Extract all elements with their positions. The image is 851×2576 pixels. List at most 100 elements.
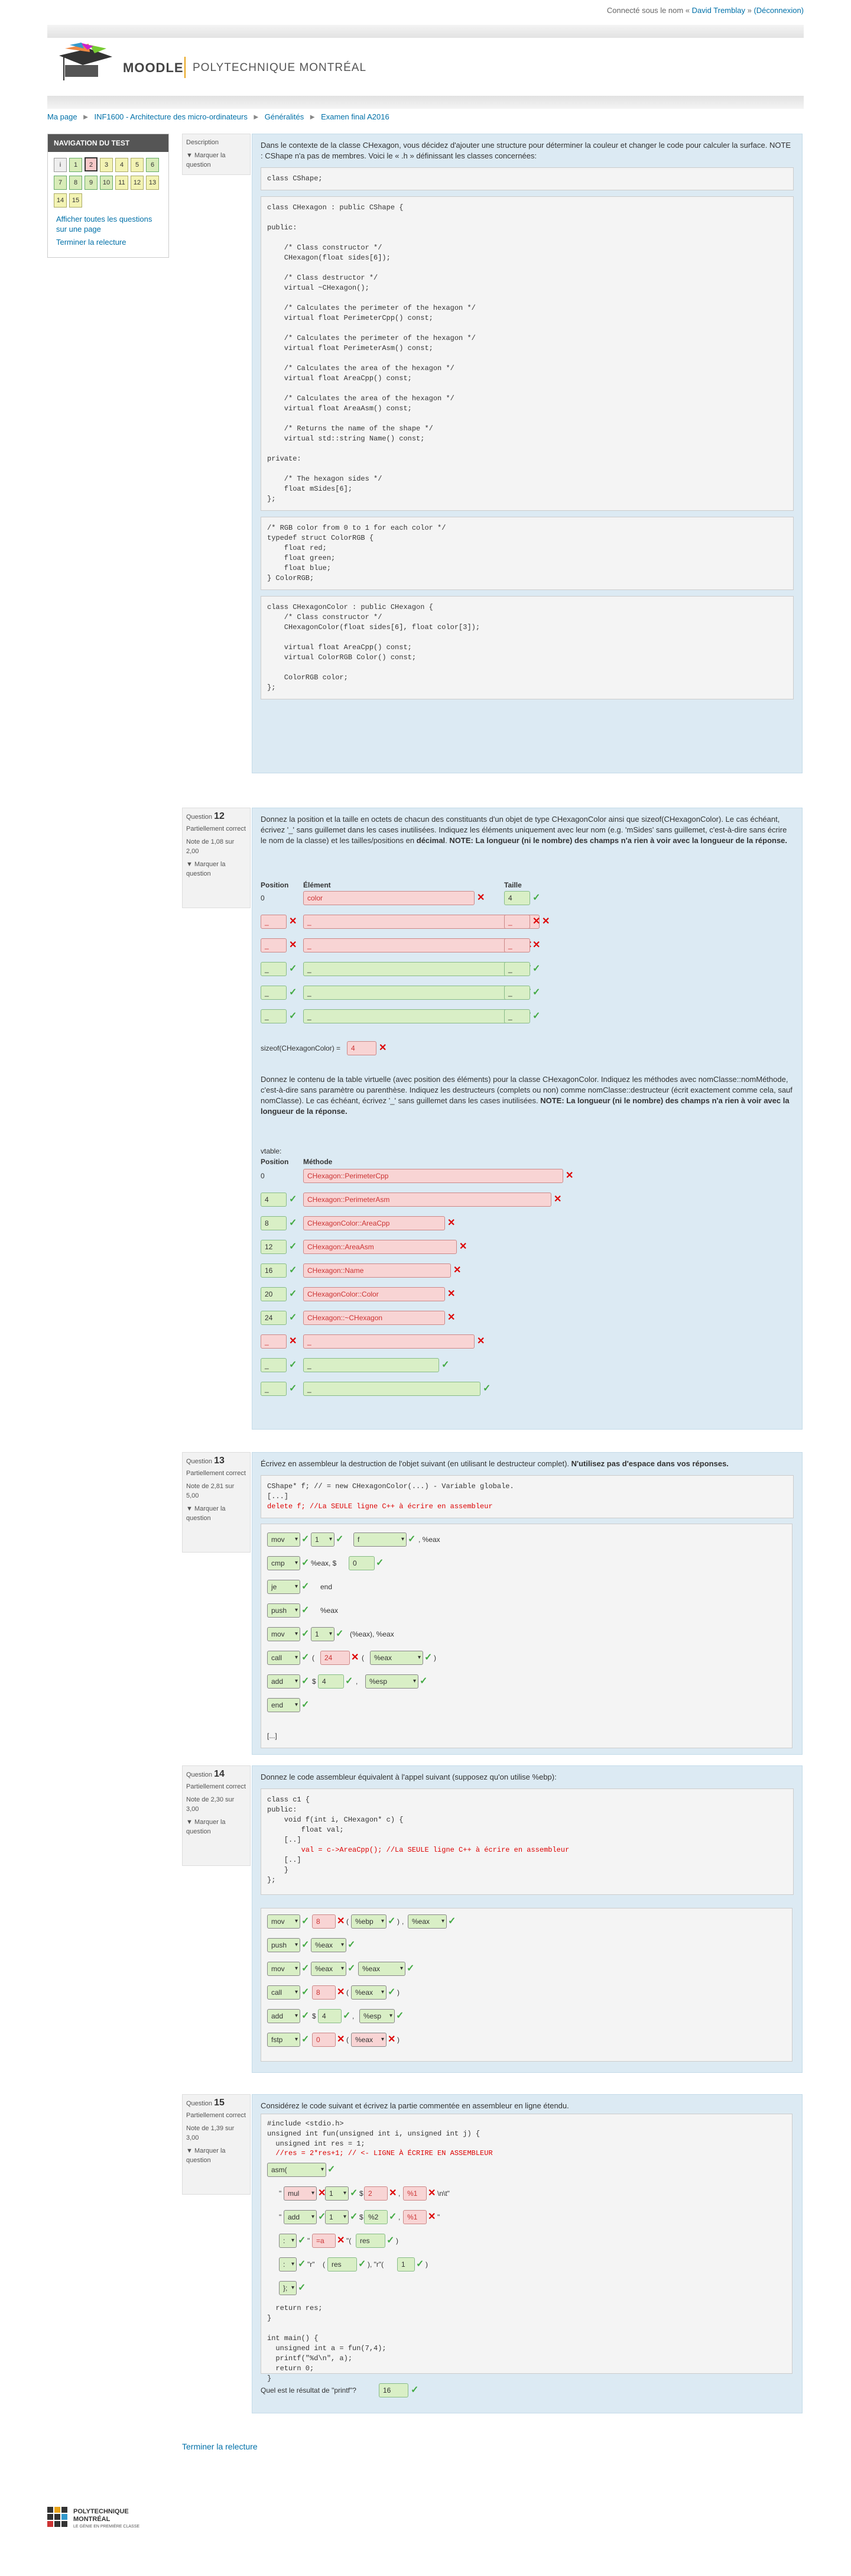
opcode-select[interactable]: mov (267, 1627, 300, 1641)
quiz-nav-button-15[interactable]: 15 (69, 193, 82, 208)
flag-question-button[interactable]: ▼ Marquer la question (186, 151, 246, 170)
quiz-nav-button-9[interactable]: 9 (85, 176, 98, 190)
breadcrumb-course[interactable]: INF1600 - Architecture des micro-ordinat… (94, 112, 247, 121)
quiz-nav-button-7[interactable]: 7 (54, 176, 67, 190)
operand-select[interactable]: %eax (408, 1914, 447, 1929)
operand-select[interactable]: %esp (359, 2009, 395, 2023)
asm-select[interactable]: asm( (267, 2163, 326, 2177)
operand-input[interactable]: 0 (349, 1556, 375, 1570)
layout-row-position-input[interactable]: _ (261, 1009, 287, 1023)
opcode-select[interactable]: call (267, 1985, 300, 2000)
quiz-nav-button-10[interactable]: 10 (100, 176, 113, 190)
layout-row-position-input[interactable]: _ (261, 986, 287, 1000)
operand-select[interactable]: %eax (311, 1962, 346, 1976)
vtable-row-method-input[interactable]: CHexagon::PerimeterAsm (303, 1193, 551, 1207)
vtable-row-position-input[interactable]: 24 (261, 1311, 287, 1325)
operand-input[interactable]: 24 (320, 1651, 350, 1665)
vtable-row-position-input[interactable]: _ (261, 1334, 287, 1349)
layout-row-position-input[interactable]: _ (261, 938, 287, 952)
opcode-select[interactable]: mov (267, 1914, 300, 1929)
layout-row-element-input[interactable]: _ (303, 938, 522, 952)
q13-flag-button[interactable]: ▼ Marquer la question (186, 1504, 246, 1523)
vtable-row-method-input[interactable]: _ (303, 1334, 475, 1349)
layout-row-size-input[interactable]: _ (504, 1009, 530, 1023)
moodle-logo-icon[interactable] (47, 39, 118, 96)
quiz-nav-button-3[interactable]: 3 (100, 158, 113, 172)
operand-input[interactable]: 4 (318, 1674, 344, 1689)
layout-row-element-input[interactable]: color (303, 891, 475, 905)
opcode-select[interactable]: cmp (267, 1556, 300, 1570)
operand-input[interactable]: %2 (364, 2210, 388, 2224)
q12-flag-button[interactable]: ▼ Marquer la question (186, 860, 246, 879)
operand-input[interactable]: 4 (318, 2009, 342, 2023)
vtable-row-method-input[interactable]: CHexagon::AreaAsm (303, 1240, 457, 1254)
vtable-row-position-input[interactable]: 16 (261, 1263, 287, 1278)
opcode-select[interactable]: je (267, 1580, 300, 1594)
vtable-row-position-input[interactable]: _ (261, 1382, 287, 1396)
operand-input[interactable]: 1 (397, 2257, 415, 2272)
opcode-select[interactable]: add (267, 2009, 300, 2023)
opcode-select[interactable]: call (267, 1651, 300, 1665)
operand-select[interactable]: %ebp (351, 1914, 386, 1929)
finish-review-link[interactable]: Terminer la relecture (48, 235, 168, 249)
quiz-nav-button-11[interactable]: 11 (115, 176, 128, 190)
quiz-nav-button-8[interactable]: 8 (69, 176, 82, 190)
operand-input[interactable]: 0 (312, 2033, 336, 2047)
operand-select[interactable]: : (279, 2234, 297, 2248)
operand-select[interactable]: %eax (370, 1651, 423, 1665)
layout-row-size-input[interactable]: _ (504, 915, 530, 929)
quiz-nav-button-1[interactable]: 1 (69, 158, 82, 172)
vtable-row-method-input[interactable]: _ (303, 1382, 480, 1396)
vtable-row-position-input[interactable]: 12 (261, 1240, 287, 1254)
q14-flag-button[interactable]: ▼ Marquer la question (186, 1817, 246, 1836)
quiz-nav-button-13[interactable]: 13 (146, 176, 159, 190)
vtable-row-position-input[interactable]: 20 (261, 1287, 287, 1301)
layout-row-element-input[interactable]: _ (303, 962, 522, 976)
logout-link[interactable]: (Déconnexion) (753, 6, 804, 15)
quiz-nav-button-14[interactable]: 14 (54, 193, 67, 208)
vtable-row-method-input[interactable]: CHexagon::~CHexagon (303, 1311, 445, 1325)
opcode-select[interactable]: mov (267, 1532, 300, 1547)
opcode-select[interactable]: fstp (267, 2033, 300, 2047)
layout-row-size-input[interactable]: _ (504, 938, 530, 952)
q15-flag-button[interactable]: ▼ Marquer la question (186, 2146, 246, 2165)
quiz-nav-button-12[interactable]: 12 (131, 176, 144, 190)
vtable-row-position-input[interactable]: _ (261, 1358, 287, 1372)
operand-input[interactable]: res (356, 2234, 385, 2248)
breadcrumb-home[interactable]: Ma page (47, 112, 77, 121)
operand-select[interactable]: %eax (358, 1962, 405, 1976)
opcode-select[interactable]: add (267, 1674, 300, 1689)
operand-input[interactable]: %1 (403, 2210, 427, 2224)
layout-row-position-input[interactable]: _ (261, 962, 287, 976)
quiz-nav-button-5[interactable]: 5 (131, 158, 144, 172)
operand-select[interactable]: 1 (325, 2210, 349, 2224)
operand-input[interactable]: 8 (312, 1914, 336, 1929)
layout-row-element-input[interactable]: _ (303, 986, 522, 1000)
layout-row-size-input[interactable]: _ (504, 986, 530, 1000)
footer-finish-review-link[interactable]: Terminer la relecture (182, 2442, 258, 2451)
opcode-select[interactable]: push (267, 1603, 300, 1618)
quiz-nav-button-6[interactable]: 6 (146, 158, 159, 172)
layout-row-size-input[interactable]: _ (504, 962, 530, 976)
operand-input[interactable]: res (327, 2257, 357, 2272)
breadcrumb-quiz[interactable]: Examen final A2016 (321, 112, 389, 121)
q15-result-input[interactable]: 16 (379, 2383, 408, 2397)
opcode-select[interactable]: mov (267, 1962, 300, 1976)
operand-select[interactable]: %eax (351, 2033, 386, 2047)
layout-row-position-input[interactable]: _ (261, 915, 287, 929)
vtable-row-method-input[interactable]: CHexagon::PerimeterCpp (303, 1169, 563, 1183)
breadcrumb-section[interactable]: Généralités (265, 112, 304, 121)
vtable-row-method-input[interactable]: CHexagonColor::AreaCpp (303, 1216, 445, 1230)
opcode-select[interactable]: push (267, 1938, 300, 1952)
operand-select[interactable]: }; (279, 2281, 297, 2295)
operand-select[interactable]: 1 (325, 2186, 349, 2201)
user-link[interactable]: David Tremblay (692, 6, 745, 15)
operand-input[interactable]: =a (312, 2234, 336, 2248)
vtable-row-method-input[interactable]: CHexagon::Name (303, 1263, 451, 1278)
layout-row-size-input[interactable]: 4 (504, 891, 530, 905)
operand-input[interactable]: %1 (403, 2186, 427, 2201)
sizeof-input[interactable]: 4 (347, 1041, 376, 1055)
opcode-select[interactable]: mul (284, 2186, 317, 2201)
quiz-nav-button-i[interactable]: i (54, 158, 67, 172)
show-all-link[interactable]: Afficher toutes les questions sur une pa… (48, 213, 168, 235)
